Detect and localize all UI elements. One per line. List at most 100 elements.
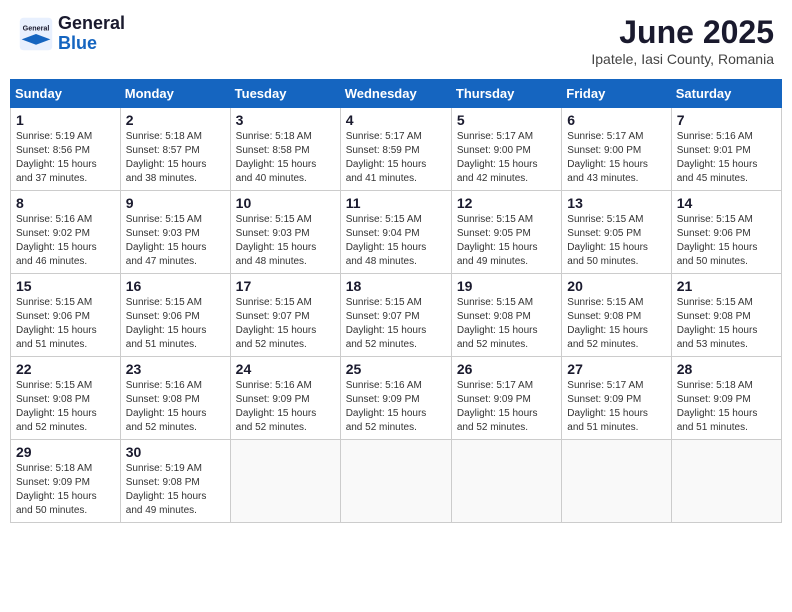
table-row: 17 Sunrise: 5:15 AM Sunset: 9:07 PM Dayli… [230, 274, 340, 357]
table-row: 11 Sunrise: 5:15 AM Sunset: 9:04 PM Dayli… [340, 191, 451, 274]
day-number: 28 [677, 361, 776, 377]
table-row: 12 Sunrise: 5:15 AM Sunset: 9:05 PM Dayli… [451, 191, 561, 274]
day-number: 6 [567, 112, 665, 128]
table-row: 28 Sunrise: 5:18 AM Sunset: 9:09 PM Dayli… [671, 357, 781, 440]
day-info: Sunrise: 5:15 AM Sunset: 9:07 PM Dayligh… [236, 296, 335, 352]
day-info: Sunrise: 5:16 AM Sunset: 9:02 PM Dayligh… [16, 213, 115, 269]
day-number: 25 [346, 361, 446, 377]
logo-blue: Blue [58, 33, 97, 53]
day-info: Sunrise: 5:15 AM Sunset: 9:08 PM Dayligh… [567, 296, 665, 352]
day-number: 24 [236, 361, 335, 377]
day-number: 16 [126, 278, 225, 294]
calendar-header-row: Sunday Monday Tuesday Wednesday Thursday… [11, 80, 782, 108]
day-number: 19 [457, 278, 556, 294]
day-number: 1 [16, 112, 115, 128]
table-row [340, 440, 451, 523]
col-thursday: Thursday [451, 80, 561, 108]
day-info: Sunrise: 5:15 AM Sunset: 9:03 PM Dayligh… [126, 213, 225, 269]
table-row: 22Sunrise: 5:15 AM Sunset: 9:08 PM Dayli… [11, 357, 121, 440]
day-info: Sunrise: 5:15 AM Sunset: 9:05 PM Dayligh… [457, 213, 556, 269]
page-header: General General Blue June 2025 Ipatele, … [10, 10, 782, 71]
table-row [562, 440, 671, 523]
day-info: Sunrise: 5:15 AM Sunset: 9:08 PM Dayligh… [677, 296, 776, 352]
col-sunday: Sunday [11, 80, 121, 108]
day-info: Sunrise: 5:18 AM Sunset: 8:57 PM Dayligh… [126, 130, 225, 186]
day-info: Sunrise: 5:15 AM Sunset: 9:06 PM Dayligh… [16, 296, 115, 352]
day-info: Sunrise: 5:15 AM Sunset: 9:08 PM Dayligh… [457, 296, 556, 352]
table-row [451, 440, 561, 523]
table-row: 9 Sunrise: 5:15 AM Sunset: 9:03 PM Daylig… [120, 191, 230, 274]
day-number: 12 [457, 195, 556, 211]
day-info: Sunrise: 5:19 AM Sunset: 8:56 PM Dayligh… [16, 130, 115, 186]
table-row: 24 Sunrise: 5:16 AM Sunset: 9:09 PM Dayli… [230, 357, 340, 440]
table-row: 16 Sunrise: 5:15 AM Sunset: 9:06 PM Dayli… [120, 274, 230, 357]
day-info: Sunrise: 5:15 AM Sunset: 9:04 PM Dayligh… [346, 213, 446, 269]
month-title: June 2025 [591, 14, 774, 51]
day-info: Sunrise: 5:15 AM Sunset: 9:07 PM Dayligh… [346, 296, 446, 352]
day-number: 17 [236, 278, 335, 294]
day-number: 2 [126, 112, 225, 128]
table-row: 4Sunrise: 5:17 AM Sunset: 8:59 PM Daylig… [340, 108, 451, 191]
table-row: 1 Sunrise: 5:19 AM Sunset: 8:56 PM Daylig… [11, 108, 121, 191]
day-info: Sunrise: 5:15 AM Sunset: 9:06 PM Dayligh… [677, 213, 776, 269]
table-row: 15 Sunrise: 5:15 AM Sunset: 9:06 PM Dayli… [11, 274, 121, 357]
day-number: 27 [567, 361, 665, 377]
day-info: Sunrise: 5:15 AM Sunset: 9:03 PM Dayligh… [236, 213, 335, 269]
day-info: Sunrise: 5:17 AM Sunset: 9:00 PM Dayligh… [457, 130, 556, 186]
day-info: Sunrise: 5:16 AM Sunset: 9:08 PM Dayligh… [126, 379, 225, 435]
table-row: 14 Sunrise: 5:15 AM Sunset: 9:06 PM Dayli… [671, 191, 781, 274]
table-row: 26Sunrise: 5:17 AM Sunset: 9:09 PM Dayli… [451, 357, 561, 440]
day-number: 15 [16, 278, 115, 294]
location: Ipatele, Iasi County, Romania [591, 51, 774, 67]
table-row: 29Sunrise: 5:18 AM Sunset: 9:09 PM Dayli… [11, 440, 121, 523]
table-row: 2 Sunrise: 5:18 AM Sunset: 8:57 PM Daylig… [120, 108, 230, 191]
table-row: 21 Sunrise: 5:15 AM Sunset: 9:08 PM Dayli… [671, 274, 781, 357]
day-number: 26 [457, 361, 556, 377]
table-row [230, 440, 340, 523]
day-info: Sunrise: 5:18 AM Sunset: 9:09 PM Dayligh… [677, 379, 776, 435]
day-number: 7 [677, 112, 776, 128]
table-row: 23 Sunrise: 5:16 AM Sunset: 9:08 PM Dayli… [120, 357, 230, 440]
day-number: 9 [126, 195, 225, 211]
day-info: Sunrise: 5:15 AM Sunset: 9:06 PM Dayligh… [126, 296, 225, 352]
logo: General General Blue [18, 14, 125, 54]
day-number: 18 [346, 278, 446, 294]
table-row: 10 Sunrise: 5:15 AM Sunset: 9:03 PM Dayli… [230, 191, 340, 274]
day-number: 11 [346, 195, 446, 211]
logo-wordmark: General Blue [58, 14, 125, 54]
table-row: 8 Sunrise: 5:16 AM Sunset: 9:02 PM Daylig… [11, 191, 121, 274]
table-row: 20 Sunrise: 5:15 AM Sunset: 9:08 PM Dayli… [562, 274, 671, 357]
table-row: 30Sunrise: 5:19 AM Sunset: 9:08 PM Dayli… [120, 440, 230, 523]
table-row: 5 Sunrise: 5:17 AM Sunset: 9:00 PM Daylig… [451, 108, 561, 191]
day-info: Sunrise: 5:16 AM Sunset: 9:09 PM Dayligh… [346, 379, 446, 435]
day-number: 30 [126, 444, 225, 460]
col-monday: Monday [120, 80, 230, 108]
table-row: 19 Sunrise: 5:15 AM Sunset: 9:08 PM Dayli… [451, 274, 561, 357]
table-row: 6 Sunrise: 5:17 AM Sunset: 9:00 PM Daylig… [562, 108, 671, 191]
title-block: June 2025 Ipatele, Iasi County, Romania [591, 14, 774, 67]
day-info: Sunrise: 5:17 AM Sunset: 9:09 PM Dayligh… [567, 379, 665, 435]
calendar-table: Sunday Monday Tuesday Wednesday Thursday… [10, 79, 782, 523]
day-number: 5 [457, 112, 556, 128]
day-info: Sunrise: 5:17 AM Sunset: 8:59 PM Dayligh… [346, 130, 446, 186]
day-info: Sunrise: 5:17 AM Sunset: 9:00 PM Dayligh… [567, 130, 665, 186]
day-info: Sunrise: 5:16 AM Sunset: 9:01 PM Dayligh… [677, 130, 776, 186]
day-number: 13 [567, 195, 665, 211]
table-row: 7 Sunrise: 5:16 AM Sunset: 9:01 PM Daylig… [671, 108, 781, 191]
table-row [671, 440, 781, 523]
col-tuesday: Tuesday [230, 80, 340, 108]
day-number: 21 [677, 278, 776, 294]
day-number: 23 [126, 361, 225, 377]
svg-text:General: General [23, 23, 50, 32]
day-number: 20 [567, 278, 665, 294]
day-number: 14 [677, 195, 776, 211]
day-info: Sunrise: 5:15 AM Sunset: 9:05 PM Dayligh… [567, 213, 665, 269]
day-info: Sunrise: 5:16 AM Sunset: 9:09 PM Dayligh… [236, 379, 335, 435]
logo-general: General [58, 13, 125, 33]
table-row: 27 Sunrise: 5:17 AM Sunset: 9:09 PM Dayli… [562, 357, 671, 440]
table-row: 25 Sunrise: 5:16 AM Sunset: 9:09 PM Dayli… [340, 357, 451, 440]
day-number: 8 [16, 195, 115, 211]
day-number: 10 [236, 195, 335, 211]
logo-icon: General [18, 16, 54, 52]
table-row: 18 Sunrise: 5:15 AM Sunset: 9:07 PM Dayli… [340, 274, 451, 357]
